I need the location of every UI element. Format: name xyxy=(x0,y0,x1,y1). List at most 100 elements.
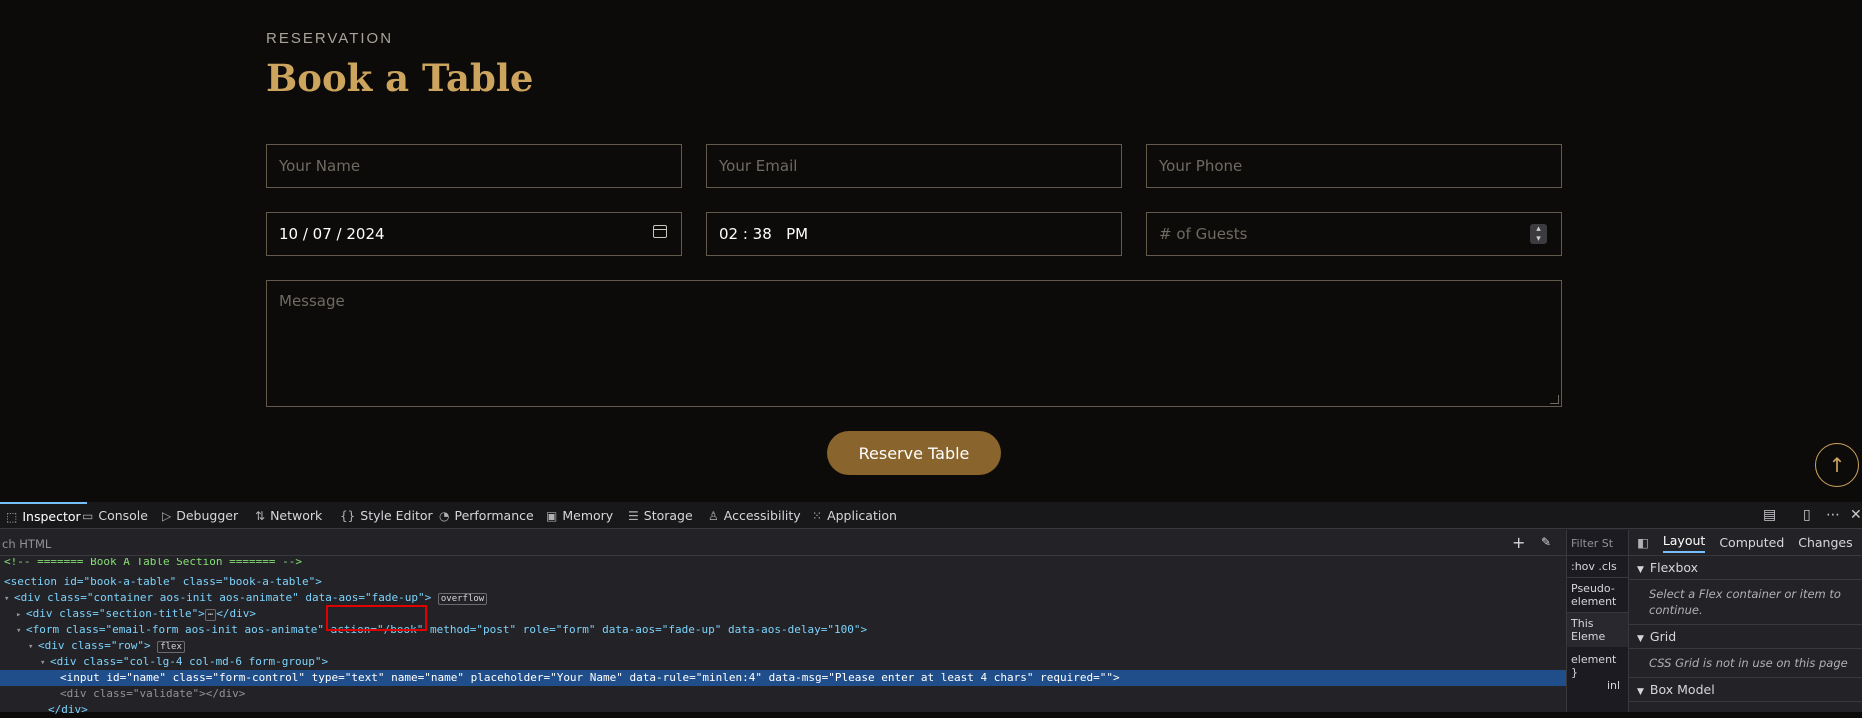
style-editor-icon: {} xyxy=(340,508,356,523)
tab-label: Memory xyxy=(562,508,614,523)
time-input[interactable]: 02 : 38 PM xyxy=(706,212,1122,256)
html-line[interactable]: ▾ <div class="container aos-init aos-anim… xyxy=(4,590,488,606)
html-line[interactable]: <div class="validate"></div> xyxy=(60,686,245,702)
html-line-text: <div class="container aos-init aos-anima… xyxy=(14,591,432,604)
flex-badge[interactable]: flex xyxy=(157,641,185,653)
flexbox-title: Flexbox xyxy=(1649,560,1699,575)
storage-icon: ☰ xyxy=(628,508,639,523)
html-line[interactable]: <section id="book-a-table" class="book-a… xyxy=(4,574,322,590)
cls-toggle[interactable]: .cls xyxy=(1598,560,1616,573)
time-value: 02 : 38 PM xyxy=(719,225,809,243)
tab-memory[interactable]: ▣ Memory xyxy=(546,502,613,529)
guests-placeholder: # of Guests xyxy=(1159,225,1248,243)
responsive-design-icon[interactable]: ▯ xyxy=(1803,507,1811,523)
section-title: Book a Table xyxy=(266,56,534,100)
performance-icon: ◔ xyxy=(439,508,450,523)
inline-rule: inl xyxy=(1607,679,1621,692)
rules-panel: Filter St :hov .cls Pseudo-element This … xyxy=(1566,530,1628,712)
grid-section[interactable]: ▼ Grid xyxy=(1629,624,1862,649)
name-input[interactable]: Your Name xyxy=(266,144,682,188)
pseudo-elements-toggle[interactable]: Pseudo- xyxy=(1571,582,1615,595)
devtools-tabbar: ⬚ Inspector ▭ Console ▷ Debugger ⇅ Network {… xyxy=(0,502,1862,529)
message-textarea[interactable]: Message xyxy=(266,280,1562,407)
html-line[interactable]: </div> xyxy=(48,702,88,718)
tab-changes[interactable]: Changes xyxy=(1798,535,1852,550)
box-model-section[interactable]: ▼ Box Model xyxy=(1629,677,1862,702)
rule-brace: } xyxy=(1571,666,1578,679)
add-node-icon[interactable]: + xyxy=(1512,533,1525,552)
phone-input[interactable]: Your Phone xyxy=(1146,144,1562,188)
reserve-table-button[interactable]: Reserve Table xyxy=(827,431,1001,475)
devtools-panel: ⬚ Inspector ▭ Console ▷ Debugger ⇅ Network {… xyxy=(0,502,1862,716)
grid-title: Grid xyxy=(1649,629,1677,644)
tab-label: Storage xyxy=(643,508,693,523)
calendar-icon[interactable] xyxy=(653,225,667,238)
html-line-text: <div class="section-title"> xyxy=(26,607,205,620)
close-icon[interactable]: ✕ xyxy=(1850,507,1862,523)
tab-label: Console xyxy=(98,508,148,523)
html-line[interactable]: <!-- ======= Book A Table Section ======… xyxy=(4,558,302,568)
chevron-down-icon: ▼ xyxy=(1637,565,1644,575)
message-placeholder: Message xyxy=(279,292,345,310)
email-input[interactable]: Your Email xyxy=(706,144,1122,188)
element-rule: element xyxy=(1571,653,1617,666)
tab-debugger[interactable]: ▷ Debugger xyxy=(162,502,238,529)
tab-label: Style Editor xyxy=(360,508,433,523)
reservation-section: RESERVATION Book a Table Your Name Your … xyxy=(0,0,1862,502)
name-placeholder: Your Name xyxy=(279,157,361,175)
rules-filter[interactable]: Filter St xyxy=(1567,530,1628,556)
markup-view: ch HTML + ✎ <!-- ======= Book A Table Se… xyxy=(0,530,1566,716)
grid-note: CSS Grid is not in use on this page xyxy=(1649,656,1848,670)
tab-network[interactable]: ⇅ Network xyxy=(255,502,322,529)
hov-toggle[interactable]: :hov xyxy=(1571,560,1595,573)
application-icon: ⁙ xyxy=(812,508,823,523)
eyedropper-icon[interactable]: ✎ xyxy=(1541,535,1551,549)
html-line[interactable]: ▸ <div class="section-title"> ⋯ </div> xyxy=(16,606,256,622)
flexbox-note: Select a Flex container or item to conti… xyxy=(1649,587,1841,617)
html-line-text: <div class="col-lg-4 col-md-6 form-group… xyxy=(50,655,329,668)
layout-sidebar: ◧ Layout Computed Changes ▼ Flexbox Selec… xyxy=(1628,530,1862,712)
tab-application[interactable]: ⁙ Application xyxy=(812,502,897,529)
tab-computed[interactable]: Computed xyxy=(1719,535,1784,550)
tab-label: Network xyxy=(270,508,323,523)
inspector-icon: ⬚ xyxy=(6,509,18,524)
flexbox-section[interactable]: ▼ Flexbox xyxy=(1629,556,1862,580)
tab-label: Debugger xyxy=(176,508,239,523)
tab-inspector[interactable]: ⬚ Inspector xyxy=(0,502,87,529)
tab-storage[interactable]: ☰ Storage xyxy=(628,502,693,529)
tab-label: Application xyxy=(827,508,897,523)
html-line-text: <div class="row"> xyxy=(38,639,151,652)
html-line[interactable]: ▾ <div class="col-lg-4 col-md-6 form-grou… xyxy=(40,654,328,670)
tab-label: Accessibility xyxy=(723,508,801,523)
html-line[interactable]: ▾ <div class="row"> flex xyxy=(28,638,185,654)
tab-layout[interactable]: Layout xyxy=(1662,533,1706,553)
selected-html-line[interactable]: <input id="name" class="form-control" ty… xyxy=(0,670,1566,686)
tab-style-editor[interactable]: {} Style Editor xyxy=(340,502,433,529)
tab-performance[interactable]: ◔ Performance xyxy=(439,502,534,529)
box-model-title: Box Model xyxy=(1649,682,1715,697)
pseudo-elements-label: element xyxy=(1571,595,1617,608)
html-line[interactable]: ▾ <form class="email-form aos-init aos-an… xyxy=(16,622,867,638)
overflow-badge[interactable]: overflow xyxy=(437,593,488,605)
console-icon: ▭ xyxy=(82,508,94,523)
rules-filter-placeholder: Filter St xyxy=(1571,537,1614,550)
date-input[interactable]: 10 / 07 / 2024 xyxy=(266,212,682,256)
search-placeholder: ch HTML xyxy=(2,537,52,551)
chevron-down-icon: ▼ xyxy=(1637,634,1644,644)
html-search-input[interactable]: ch HTML + ✎ xyxy=(0,530,1566,556)
resize-handle-icon[interactable] xyxy=(1550,395,1559,404)
collapsed-badge[interactable]: ⋯ xyxy=(204,609,217,621)
more-options-icon[interactable]: ⋯ xyxy=(1826,507,1840,523)
memory-icon: ▣ xyxy=(546,508,558,523)
sidebar-toggle-icon[interactable]: ◧ xyxy=(1637,535,1649,550)
this-element-header: This Eleme xyxy=(1567,612,1628,647)
tab-console[interactable]: ▭ Console xyxy=(82,502,148,529)
guests-input[interactable]: # of Guests ▴ ▾ xyxy=(1146,212,1562,256)
tab-accessibility[interactable]: ♙ Accessibility xyxy=(708,502,801,529)
debugger-icon: ▷ xyxy=(162,508,172,523)
number-spinner-icon[interactable]: ▴ ▾ xyxy=(1530,224,1547,244)
dock-icon[interactable]: ▤ xyxy=(1763,507,1776,523)
arrow-up-icon[interactable]: ↑ xyxy=(1815,443,1859,487)
email-placeholder: Your Email xyxy=(719,157,798,175)
highlight-box xyxy=(326,605,427,631)
